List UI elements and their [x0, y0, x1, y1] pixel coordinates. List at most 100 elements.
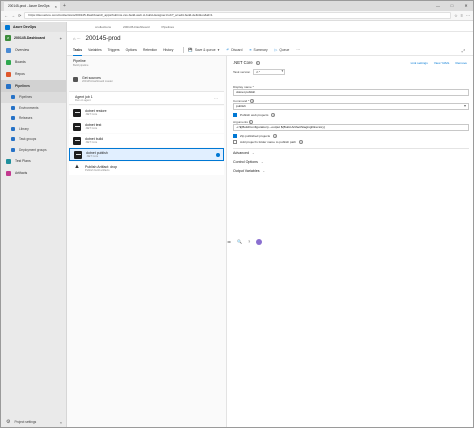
sidebar-subitem-pipelines[interactable]: Pipelines — [1, 92, 66, 103]
page-title[interactable]: 200145-prod — [86, 35, 121, 42]
collapse-sidebar-icon[interactable]: « — [60, 420, 62, 425]
sidebar-item-label: Boards — [15, 60, 26, 64]
top-bar: ccollections 200145-Dashboard Pipelines … — [67, 22, 473, 245]
task-item[interactable]: Publish Artifact: drop Publish build art… — [69, 162, 224, 175]
sidebar-subitem-environments[interactable]: Environments — [1, 103, 66, 114]
forward-icon[interactable]: → — [11, 13, 15, 18]
tab-tasks[interactable]: Tasks — [73, 45, 83, 56]
tab-triggers[interactable]: Triggers — [108, 45, 120, 56]
sidebar-subitem-deployment-groups[interactable]: Deployment groups — [1, 145, 66, 156]
sidebar-item-boards[interactable]: Boards — [1, 56, 66, 68]
task-version-label: Task version — [233, 70, 251, 74]
arguments-field[interactable]: -c $(BuildConfiguration) --output $(Buil… — [233, 124, 469, 131]
save-icon: 💾 — [188, 48, 193, 52]
window-controls: — □ ✕ — [431, 1, 473, 11]
get-sources-subtitle: 200145-Dashboard master — [82, 80, 113, 83]
artifacts-icon — [6, 170, 11, 176]
gear-icon[interactable]: ⚙ — [6, 419, 10, 425]
task-enabled-toggle[interactable] — [216, 152, 220, 157]
favorite-icon[interactable]: ☆ — [454, 13, 458, 18]
add-icon[interactable]: + — [60, 36, 62, 41]
sidebar-item-artifacts[interactable]: Artifacts — [1, 167, 66, 179]
project-settings-link[interactable]: Project settings — [14, 420, 36, 424]
job-menu-icon[interactable]: ⋯ — [214, 96, 218, 101]
breadcrumb-item[interactable]: ccollections — [95, 25, 111, 29]
agent-job-subtitle: Run on agent — [75, 98, 91, 102]
home-icon[interactable]: ⌂ ··· — [73, 36, 81, 41]
breadcrumb-item[interactable]: 200145-Dashboard — [123, 25, 150, 29]
sidebar-item-label: Task groups — [19, 137, 37, 142]
view-yaml-link[interactable]: View YAML — [434, 61, 450, 65]
tab-options[interactable]: Options — [126, 45, 137, 56]
queue-button[interactable]: ▷ Queue — [275, 48, 290, 52]
tab-history[interactable]: History — [163, 45, 173, 56]
save-and-queue-label: Save & queue — [194, 48, 216, 52]
main-content: ccollections 200145-Dashboard Pipelines … — [67, 22, 473, 427]
browser-menu-icon[interactable]: ⋯ — [466, 13, 470, 18]
link-settings-link[interactable]: Link settings — [411, 61, 428, 65]
info-icon[interactable]: i — [298, 140, 303, 144]
checkbox-checked[interactable] — [233, 113, 237, 117]
new-tab-button[interactable]: + — [63, 2, 66, 11]
display-name-field[interactable]: dotnet publish — [233, 89, 469, 96]
summary-button[interactable]: ≡ Summary — [249, 48, 267, 52]
save-and-queue-button[interactable]: 💾 Save & queue ▾ — [188, 48, 219, 52]
breadcrumb-item[interactable]: Pipelines — [162, 25, 175, 29]
task-item[interactable]: dotnet build .NET Core — [69, 134, 224, 147]
more-actions-button[interactable]: ⋯ — [296, 48, 299, 52]
undo-icon: ↶ — [226, 48, 230, 52]
task-item-selected[interactable]: dotnet publish .NET Core — [69, 148, 224, 161]
dotnet-icon — [74, 150, 82, 159]
close-tab-icon[interactable]: × — [55, 2, 57, 11]
breadcrumb: ccollections 200145-Dashboard Pipelines — [95, 25, 174, 29]
minimize-button[interactable]: — — [431, 1, 445, 11]
tab-retention[interactable]: Retention — [143, 45, 157, 56]
refresh-icon[interactable]: ⟳ — [18, 13, 21, 18]
org-header[interactable]: Azure DevOps — [1, 22, 66, 32]
hub-icon[interactable]: ≡ — [461, 13, 463, 18]
maximize-button[interactable]: □ — [445, 1, 459, 11]
sidebar-item-overview[interactable]: Overview — [1, 44, 66, 56]
tab-variables[interactable]: Variables — [88, 45, 102, 56]
sidebar-item-repos[interactable]: Repos — [1, 68, 66, 80]
sidebar-item-label: Pipelines — [15, 84, 30, 88]
overview-icon — [6, 47, 11, 53]
agent-job-node[interactable]: Agent job 1 Run on agent ⋯ — [69, 91, 224, 105]
task-details-title: .NET Core — [233, 60, 253, 65]
advanced-section[interactable]: Advanced ⌄ — [227, 149, 473, 158]
close-window-button[interactable]: ✕ — [459, 1, 473, 11]
url-input[interactable]: https://dev.azure.com/ccollections/20014… — [24, 12, 452, 19]
task-details-header: .NET Core i Link settings View YAML Remo… — [227, 56, 473, 69]
pipeline-node[interactable]: Pipeline Build pipeline — [67, 56, 226, 72]
output-variables-section[interactable]: Output Variables ⌄ — [227, 167, 473, 176]
info-icon[interactable]: i — [255, 60, 260, 65]
task-item[interactable]: dotnet restore .NET Core — [69, 106, 224, 119]
task-version-select[interactable]: 2.* — [253, 69, 286, 75]
azure-devops-logo-icon — [5, 24, 10, 30]
checkbox-checked[interactable] — [233, 134, 237, 138]
command-select[interactable]: publish — [233, 103, 469, 110]
remove-link[interactable]: Remove — [455, 61, 467, 65]
sidebar-item-test-plans[interactable]: Test Plans — [1, 155, 66, 167]
get-sources-node[interactable]: Get sources 200145-Dashboard master — [73, 73, 224, 86]
releases-icon — [11, 116, 15, 121]
expand-icon[interactable]: ⤢ — [462, 48, 465, 53]
sidebar-item-label: Repos — [15, 72, 25, 76]
sidebar-subitem-library[interactable]: Library — [1, 124, 66, 135]
task-details-links: Link settings View YAML Remove — [411, 61, 473, 65]
sidebar-item-label: Pipelines — [19, 95, 32, 100]
queue-label: Queue — [279, 48, 290, 52]
discard-button[interactable]: ↶ Discard — [226, 48, 242, 52]
sidebar-item-label: Test Plans — [15, 159, 31, 163]
browser-window: 200145-prod - Azure DevOps × + — □ ✕ ← →… — [0, 0, 474, 428]
task-item[interactable]: dotnet test .NET Core — [69, 120, 224, 133]
back-icon[interactable]: ← — [4, 13, 8, 18]
control-options-section[interactable]: Control Options ⌄ — [227, 158, 473, 167]
sidebar-subitem-releases[interactable]: Releases — [1, 113, 66, 124]
project-header[interactable]: 2 200145-Dashboard + — [1, 32, 66, 44]
sidebar-subitem-task-groups[interactable]: Task groups — [1, 134, 66, 145]
browser-tab[interactable]: 200145-prod - Azure DevOps × — [4, 2, 60, 11]
checkbox-unchecked[interactable] — [233, 140, 237, 144]
task-list-panel: Pipeline Build pipeline Get sources 2001… — [67, 56, 227, 427]
sidebar-item-pipelines[interactable]: Pipelines — [1, 80, 66, 92]
